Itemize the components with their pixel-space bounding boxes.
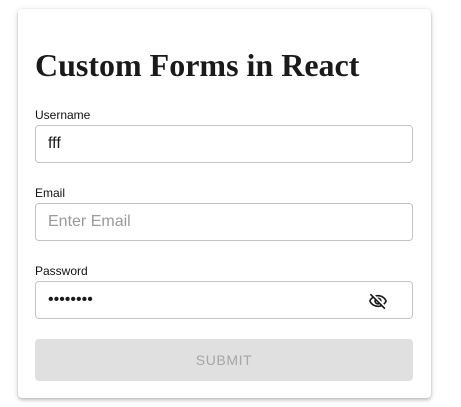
password-field-box — [35, 281, 413, 319]
page-title: Custom Forms in React — [35, 47, 360, 83]
username-field-box — [35, 125, 413, 163]
form-card: Custom Forms in React Username Email Pas… — [18, 9, 431, 398]
email-field-box — [35, 203, 413, 241]
username-input[interactable] — [48, 126, 368, 162]
email-input[interactable] — [48, 204, 368, 240]
password-label: Password — [35, 264, 88, 278]
eye-off-icon[interactable] — [368, 292, 388, 310]
submit-button[interactable]: SUBMIT — [35, 339, 413, 381]
username-label: Username — [35, 108, 91, 122]
password-input[interactable] — [48, 282, 368, 318]
email-label: Email — [35, 186, 66, 200]
